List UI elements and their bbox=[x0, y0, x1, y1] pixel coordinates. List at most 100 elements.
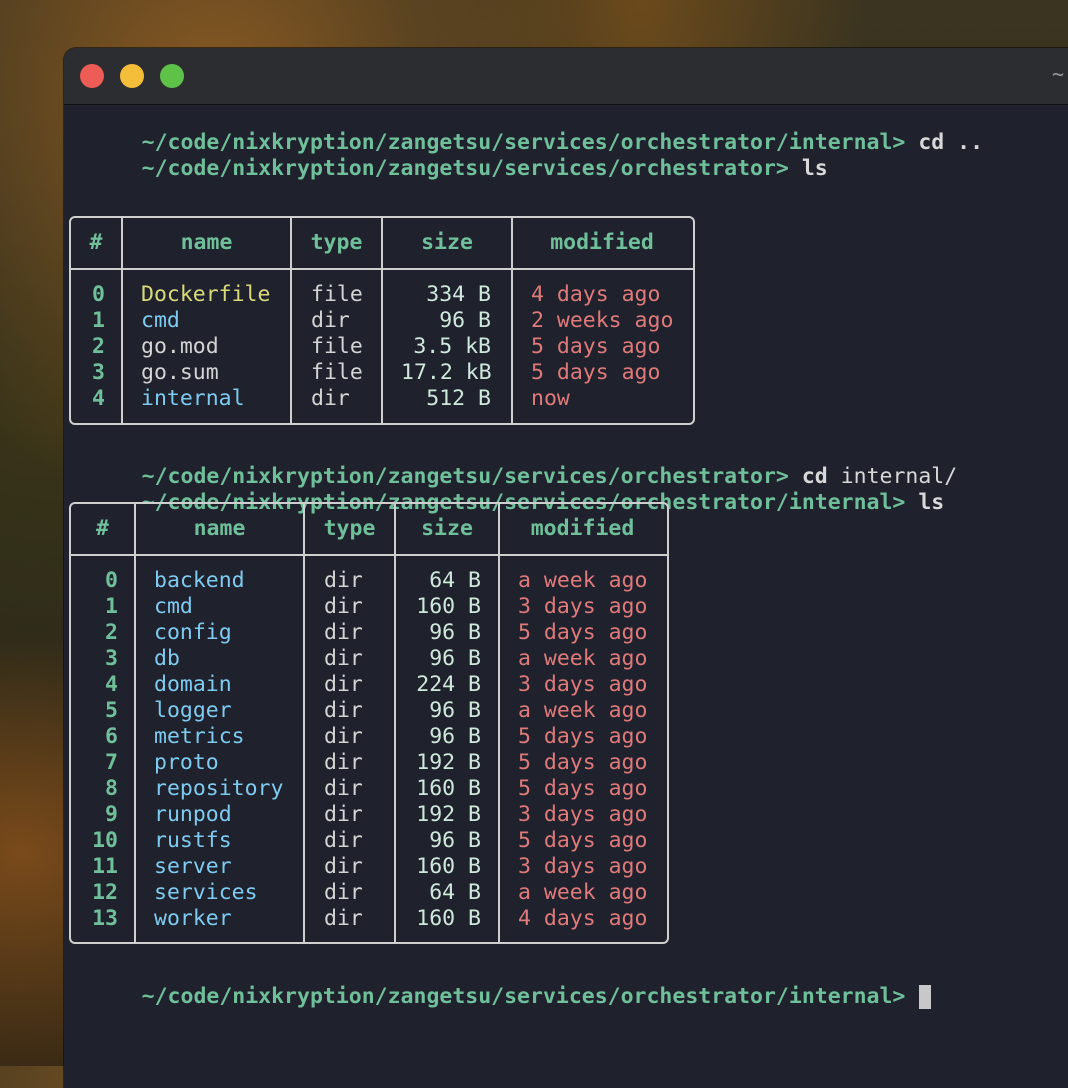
row-modified: 5 days ago bbox=[518, 750, 648, 775]
close-button[interactable] bbox=[80, 64, 104, 88]
row-name: db bbox=[154, 646, 180, 671]
current-prompt-line[interactable]: ~/code/nixkryption/zangetsu/services/orc… bbox=[64, 958, 932, 1009]
row-index: 13 bbox=[92, 906, 118, 931]
row-size: 96 B bbox=[429, 698, 481, 723]
row-index: 6 bbox=[105, 724, 118, 749]
row-type: dir bbox=[324, 828, 363, 853]
row-size: 334 B bbox=[426, 282, 491, 307]
row-index: 4 bbox=[92, 386, 105, 411]
row-name: domain bbox=[154, 672, 232, 697]
row-name: runpod bbox=[154, 802, 232, 827]
zoom-button[interactable] bbox=[160, 64, 184, 88]
row-modified: now bbox=[531, 386, 570, 411]
row-index: 3 bbox=[92, 360, 105, 385]
history-line: ~/code/nixkryption/zangetsu/services/orc… bbox=[64, 438, 958, 489]
header-index: # bbox=[89, 230, 103, 255]
row-type: dir bbox=[311, 386, 350, 411]
header-name: name bbox=[180, 230, 233, 255]
row-size: 224 B bbox=[416, 672, 481, 697]
row-size: 96 B bbox=[429, 724, 481, 749]
row-size: 3.5 kB bbox=[413, 334, 491, 359]
row-index: 2 bbox=[92, 334, 105, 359]
minimize-button[interactable] bbox=[120, 64, 144, 88]
row-type: dir bbox=[324, 724, 363, 749]
row-index: 3 bbox=[105, 646, 118, 671]
prompt-path: ~/code/nixkryption/zangetsu/services/orc… bbox=[141, 984, 906, 1009]
row-index: 2 bbox=[105, 620, 118, 645]
row-modified: 3 days ago bbox=[518, 854, 648, 879]
row-size: 96 B bbox=[429, 828, 481, 853]
row-name: cmd bbox=[154, 594, 193, 619]
history-line: ~/code/nixkryption/zangetsu/services/orc… bbox=[64, 464, 945, 515]
row-modified: 4 days ago bbox=[518, 906, 648, 931]
row-size: 512 B bbox=[426, 386, 491, 411]
row-size: 160 B bbox=[416, 594, 481, 619]
row-type: dir bbox=[311, 308, 350, 333]
row-index: 5 bbox=[105, 698, 118, 723]
row-size: 96 B bbox=[429, 646, 481, 671]
row-index: 7 bbox=[105, 750, 118, 775]
row-type: dir bbox=[324, 880, 363, 905]
row-size: 160 B bbox=[416, 776, 481, 801]
ls-table-orchestrator: # name type size modified 0 Dockerfile fil… bbox=[69, 216, 695, 425]
row-size: 192 B bbox=[416, 750, 481, 775]
row-type: dir bbox=[324, 854, 363, 879]
row-modified: a week ago bbox=[518, 880, 648, 905]
row-name: backend bbox=[154, 568, 245, 593]
row-size: 96 B bbox=[439, 308, 491, 333]
row-name: go.sum bbox=[141, 360, 219, 385]
terminal-window[interactable]: ~ ~/code/nixkryption/zangetsu/services/o… bbox=[64, 48, 1068, 1088]
row-index: 9 bbox=[105, 802, 118, 827]
row-name: Dockerfile bbox=[141, 282, 271, 307]
terminal-output[interactable]: ~/code/nixkryption/zangetsu/services/orc… bbox=[64, 104, 1068, 1088]
row-size: 64 B bbox=[429, 880, 481, 905]
row-type: dir bbox=[324, 750, 363, 775]
row-modified: a week ago bbox=[518, 646, 648, 671]
row-type: dir bbox=[324, 802, 363, 827]
row-type: dir bbox=[324, 620, 363, 645]
row-modified: 3 days ago bbox=[518, 672, 648, 697]
row-index: 0 bbox=[92, 282, 105, 307]
row-size: 64 B bbox=[429, 568, 481, 593]
text-cursor bbox=[919, 985, 932, 1009]
row-name: cmd bbox=[141, 308, 180, 333]
row-name: logger bbox=[154, 698, 232, 723]
row-name: services bbox=[154, 880, 258, 905]
row-modified: 5 days ago bbox=[518, 828, 648, 853]
row-type: dir bbox=[324, 776, 363, 801]
row-name: rustfs bbox=[154, 828, 232, 853]
row-type: dir bbox=[324, 906, 363, 931]
row-name: internal bbox=[141, 386, 245, 411]
row-index: 0 bbox=[105, 568, 118, 593]
command-text: cd bbox=[918, 130, 945, 155]
history-line: ~/code/nixkryption/zangetsu/services/orc… bbox=[64, 104, 983, 155]
history-line: ~/code/nixkryption/zangetsu/services/orc… bbox=[64, 130, 828, 181]
row-size: 160 B bbox=[416, 906, 481, 931]
row-index: 10 bbox=[92, 828, 118, 853]
row-type: file bbox=[311, 282, 363, 307]
row-index: 1 bbox=[92, 308, 105, 333]
row-index: 8 bbox=[105, 776, 118, 801]
header-type: type bbox=[323, 516, 376, 541]
row-modified: 3 days ago bbox=[518, 802, 648, 827]
header-index: # bbox=[96, 516, 109, 541]
row-type: dir bbox=[324, 646, 363, 671]
header-size: size bbox=[421, 230, 473, 255]
row-name: go.mod bbox=[141, 334, 219, 359]
row-name: config bbox=[154, 620, 232, 645]
row-size: 17.2 kB bbox=[401, 360, 492, 385]
row-type: dir bbox=[324, 568, 363, 593]
row-type: file bbox=[311, 334, 363, 359]
row-size: 160 B bbox=[416, 854, 481, 879]
command-args: .. bbox=[957, 130, 984, 155]
row-type: dir bbox=[324, 698, 363, 723]
row-type: dir bbox=[324, 594, 363, 619]
command-text: ls bbox=[918, 490, 945, 515]
row-modified: 5 days ago bbox=[531, 360, 661, 385]
ls-table-internal: # name type size modified 0 backend dir 64 … bbox=[69, 502, 669, 944]
row-name: worker bbox=[154, 906, 232, 931]
row-modified: 5 days ago bbox=[518, 724, 648, 749]
title-bar[interactable]: ~ bbox=[64, 48, 1068, 105]
command-text: ls bbox=[801, 156, 828, 181]
row-type: file bbox=[311, 360, 363, 385]
